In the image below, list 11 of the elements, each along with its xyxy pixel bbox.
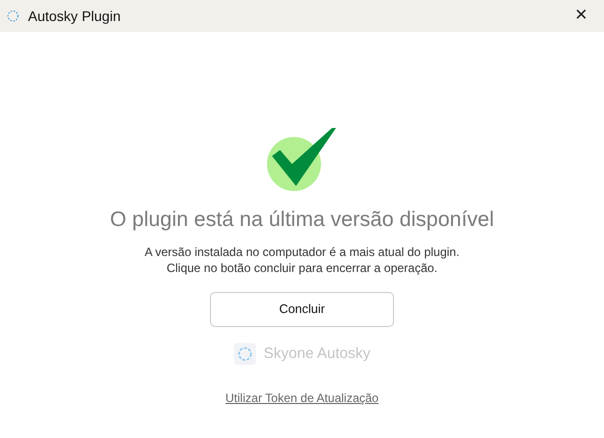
- close-button[interactable]: ✕: [558, 0, 604, 32]
- finish-button[interactable]: Concluir: [210, 292, 394, 326]
- message-line: Clique no botão concluir para encerrar a operação.: [166, 260, 438, 276]
- app-icon: [6, 9, 20, 23]
- logo-icon: [234, 342, 256, 365]
- token-link[interactable]: Utilizar Token de Atualização: [225, 389, 379, 407]
- check-icon: [266, 126, 338, 192]
- message-line: A versão instalada no computador é a mais atual do plugin.: [144, 244, 460, 260]
- window-title: Autosky Plugin: [28, 6, 121, 26]
- brand-name: Skyone Autosky: [264, 344, 370, 364]
- status-heading: O plugin está na última versão disponível: [110, 207, 494, 233]
